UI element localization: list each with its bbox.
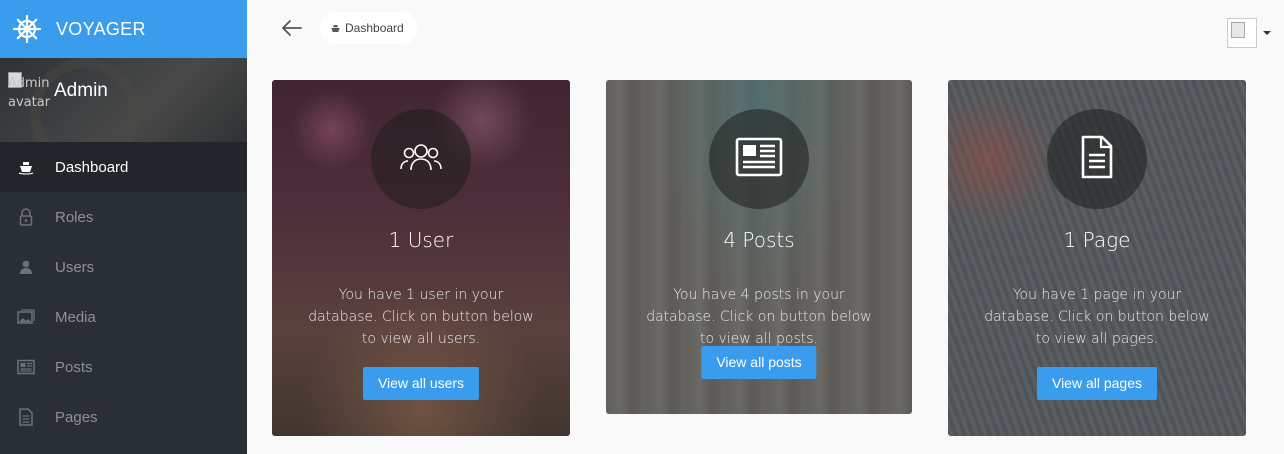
breadcrumb[interactable]: Dashboard (320, 12, 418, 44)
user-menu-dropdown[interactable] (1227, 18, 1271, 48)
boat-icon (330, 23, 341, 34)
users-card: 1 User You have 1 user in your database.… (272, 80, 570, 436)
card-title: 1 User (388, 228, 454, 252)
sidebar-item-media[interactable]: Media (0, 292, 247, 342)
icon-circle (371, 109, 471, 209)
posts-card: 4 Posts You have 4 posts in your databas… (606, 80, 912, 414)
view-all-users-button[interactable]: View all users (362, 367, 480, 400)
sidebar-item-label: Roles (55, 208, 94, 226)
avatar-alt-text: Admin avatar (8, 76, 51, 110)
card-title: 1 Page (1063, 228, 1131, 252)
helm-icon (12, 14, 42, 44)
sidebar-item-users[interactable]: Users (0, 242, 247, 292)
sidebar-item-label: Posts (55, 358, 93, 376)
people-icon (399, 142, 443, 177)
sidebar: VOYAGER Admin avatar Admin Dashboard Rol… (0, 0, 247, 454)
sidebar-item-pages[interactable]: Pages (0, 392, 247, 442)
sidebar-item-label: Pages (55, 408, 98, 426)
view-all-pages-button[interactable]: View all pages (1036, 367, 1158, 400)
avatar (1227, 18, 1257, 48)
news-icon (17, 358, 35, 376)
card-description: You have 1 page in your database. Click … (984, 287, 1210, 347)
card-description: You have 1 user in your database. Click … (308, 287, 534, 347)
images-icon (17, 308, 35, 326)
file-icon (17, 408, 35, 426)
brand-title: VOYAGER (56, 18, 146, 39)
icon-circle (709, 109, 809, 209)
person-icon (17, 258, 35, 276)
view-all-posts-button[interactable]: View all posts (701, 346, 817, 379)
icon-circle (1047, 109, 1147, 209)
lock-icon (17, 208, 35, 226)
caret-down-icon (1263, 31, 1271, 35)
profile-name: Admin (54, 80, 108, 101)
sidebar-item-roles[interactable]: Roles (0, 192, 247, 242)
sidebar-item-label: Users (55, 258, 95, 276)
breadcrumb-label: Dashboard (345, 21, 404, 35)
document-icon (1081, 135, 1113, 184)
card-title: 4 Posts (723, 228, 795, 252)
brand[interactable]: VOYAGER (0, 0, 247, 58)
user-profile[interactable]: Admin avatar Admin (0, 58, 247, 142)
newspaper-icon (735, 137, 783, 182)
sidebar-item-dashboard[interactable]: Dashboard (0, 142, 247, 192)
sidebar-item-posts[interactable]: Posts (0, 342, 247, 392)
pages-card: 1 Page You have 1 page in your database.… (948, 80, 1246, 436)
sidebar-item-label: Media (55, 308, 96, 326)
card-description: You have 4 posts in your database. Click… (646, 287, 872, 347)
sidebar-nav: Dashboard Roles Users Media Posts Pages (0, 142, 247, 442)
boat-icon (17, 158, 35, 176)
sidebar-item-label: Dashboard (55, 158, 129, 176)
back-arrow-icon[interactable] (280, 16, 304, 40)
